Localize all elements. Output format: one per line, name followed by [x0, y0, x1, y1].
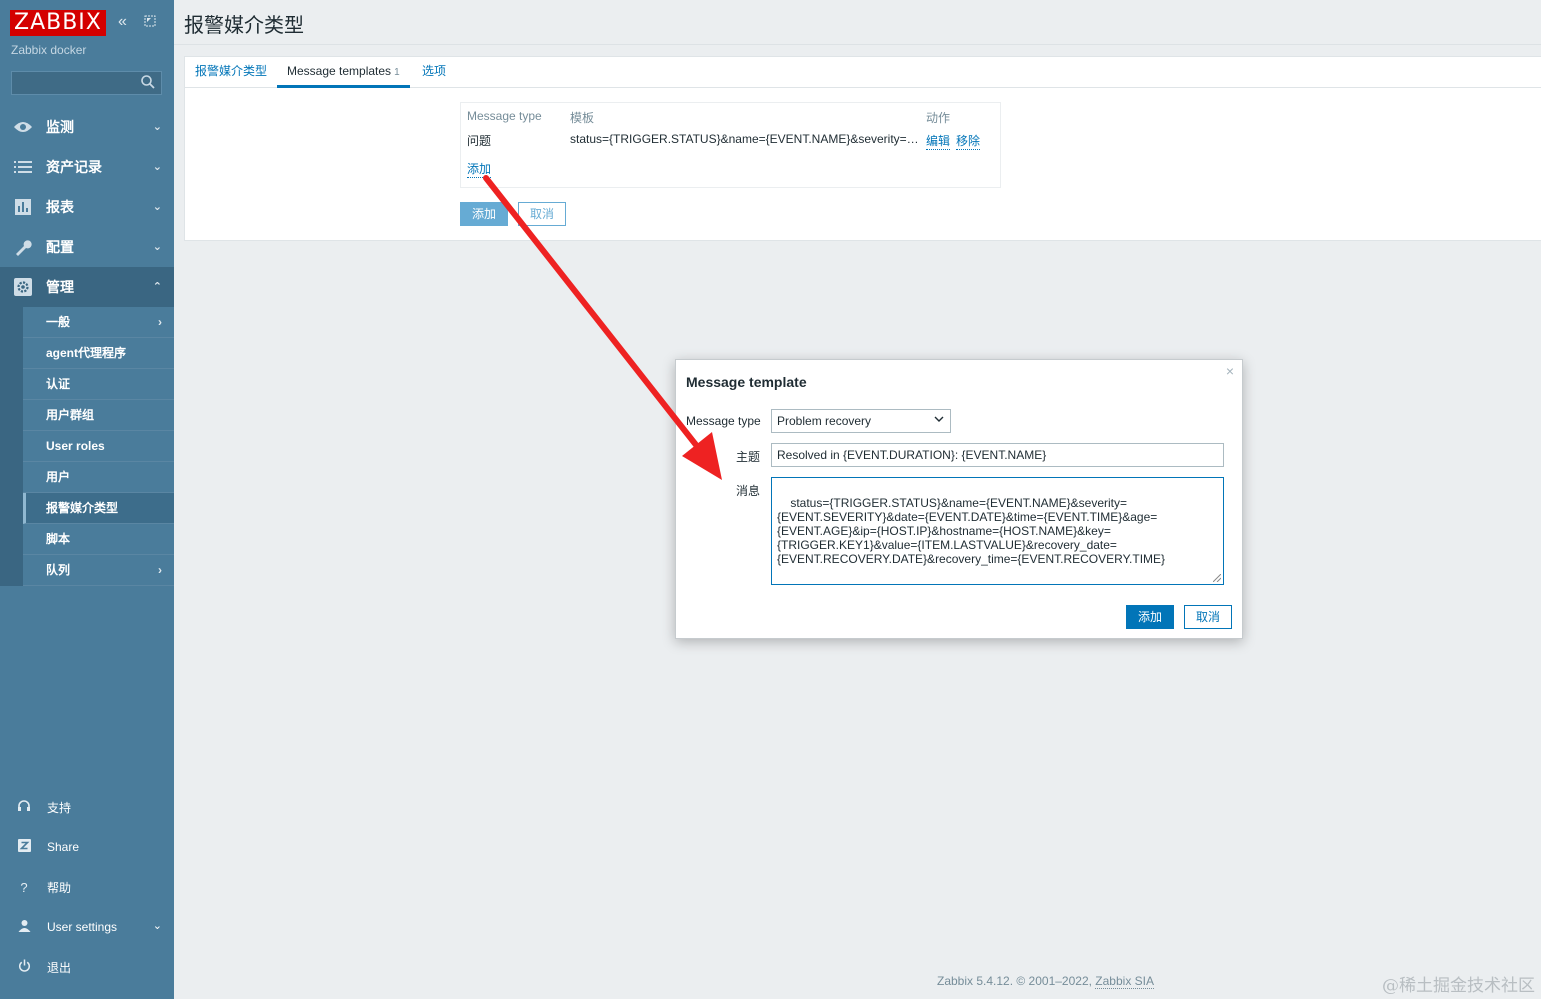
menu-label: 管理: [46, 279, 74, 295]
chevron-right-icon: ›: [158, 315, 162, 329]
submenu-item-authentication[interactable]: 认证: [23, 369, 174, 400]
power-icon: [16, 959, 32, 975]
eye-icon: [12, 118, 34, 136]
bottom-menu: 支持 Share ? 帮助 User settings ⌄ 退出: [0, 787, 174, 987]
chevron-down-icon: ⌄: [152, 920, 162, 932]
column-header: 动作: [926, 111, 951, 125]
user-icon: [16, 919, 32, 935]
add-button[interactable]: 添加: [460, 202, 508, 226]
tab-bar: 报警媒介类型 Message templates 1 选项: [185, 57, 1541, 88]
message-type-select[interactable]: Problem recovery: [771, 409, 951, 433]
message-textarea[interactable]: status={TRIGGER.STATUS}&name={EVENT.NAME…: [771, 477, 1224, 585]
menu-item-monitoring[interactable]: 监测 ⌄: [0, 107, 174, 147]
question-icon: ?: [20, 879, 28, 895]
edit-template-link[interactable]: 编辑: [926, 132, 951, 150]
submenu-item-user-groups[interactable]: 用户群组: [23, 400, 174, 431]
server-name: Zabbix docker: [11, 43, 87, 57]
template-message-cell: status={TRIGGER.STATUS}&name={EVENT.NAME…: [570, 132, 919, 146]
chevron-down-icon: ⌄: [152, 241, 162, 253]
submenu-item-queue[interactable]: 队列 ›: [23, 555, 174, 586]
subject-label: 主题: [736, 450, 761, 464]
menu-item-user-settings[interactable]: User settings ⌄: [0, 907, 174, 947]
dialog-title: Message template: [686, 374, 807, 390]
tab-count-badge: 1: [394, 67, 400, 78]
logo-row: ZABBIX: [10, 10, 106, 36]
resize-handle-icon[interactable]: [1213, 574, 1221, 582]
submenu-item-user-roles[interactable]: User roles: [23, 431, 174, 462]
list-icon: [12, 158, 34, 176]
submenu-item-media-types[interactable]: 报警媒介类型: [23, 493, 174, 524]
message-templates-table: Message type 模板 动作 问题 status={TRIGGER.ST…: [460, 102, 1001, 188]
menu-item-help[interactable]: ? 帮助: [0, 867, 174, 907]
dialog-cancel-button[interactable]: 取消: [1184, 605, 1232, 629]
chevron-down-icon: ⌄: [152, 201, 162, 213]
footer-link[interactable]: Zabbix SIA: [1095, 974, 1154, 989]
menu-item-configuration[interactable]: 配置 ⌄: [0, 227, 174, 267]
sidebar-search-input[interactable]: [11, 71, 162, 95]
chevron-right-icon: ›: [158, 563, 162, 577]
headset-icon: [16, 799, 32, 816]
chevron-down-icon: ⌄: [152, 161, 162, 173]
header-divider: [174, 44, 1541, 45]
watermark: @稀土掘金技术社区: [1382, 976, 1535, 996]
media-type-form: 报警媒介类型 Message templates 1 选项 Message typ…: [184, 56, 1541, 241]
wrench-icon: [12, 238, 34, 256]
template-type-cell: 问题: [467, 134, 492, 148]
chevron-down-icon: ⌄: [152, 121, 162, 133]
dialog-add-button[interactable]: 添加: [1126, 605, 1174, 629]
submenu-item-scripts[interactable]: 脚本: [23, 524, 174, 555]
menu-item-administration[interactable]: 管理 ⌃: [0, 267, 174, 307]
zabbix-logo[interactable]: ZABBIX: [10, 10, 106, 36]
admin-submenu: 一般 › agent代理程序 认证 用户群组 User roles 用户 报警媒介…: [0, 307, 174, 586]
submenu-item-proxies[interactable]: agent代理程序: [23, 338, 174, 369]
tab-options[interactable]: 选项: [422, 57, 446, 88]
search-icon[interactable]: [140, 74, 156, 90]
menu-item-sign-out[interactable]: 退出: [0, 947, 174, 987]
menu-item-inventory[interactable]: 资产记录 ⌄: [0, 147, 174, 187]
tab-media-type[interactable]: 报警媒介类型: [195, 57, 267, 88]
message-label: 消息: [736, 484, 761, 498]
menu-item-support[interactable]: 支持: [0, 787, 174, 827]
kiosk-mode-icon[interactable]: [144, 14, 156, 32]
chevron-up-icon: ⌃: [152, 281, 162, 293]
column-header: 模板: [570, 111, 595, 125]
share-z-icon: [16, 839, 32, 855]
footer: Zabbix 5.4.12. © 2001–2022, Zabbix SIA: [937, 974, 1154, 989]
menu-label: 监测: [46, 119, 74, 135]
remove-template-link[interactable]: 移除: [956, 132, 981, 150]
column-header: Message type: [467, 109, 542, 123]
submenu-item-general[interactable]: 一般 ›: [23, 307, 174, 338]
collapse-sidebar-icon[interactable]: «: [118, 13, 127, 31]
menu-item-share[interactable]: Share: [0, 827, 174, 867]
message-template-dialog: Message template × Message type Problem …: [675, 359, 1243, 639]
menu-item-reports[interactable]: 报表 ⌄: [0, 187, 174, 227]
menu-label: 资产记录: [46, 159, 102, 175]
menu-label: 配置: [46, 239, 74, 255]
main-menu: 监测 ⌄ 资产记录 ⌄ 报表 ⌄ 配置 ⌄ 管理 ⌃ 一般 › agent代理程序…: [0, 107, 174, 586]
subject-input[interactable]: Resolved in {EVENT.DURATION}: {EVENT.NAM…: [771, 443, 1224, 467]
submenu-item-users[interactable]: 用户: [23, 462, 174, 493]
chevron-down-icon: [934, 416, 944, 422]
menu-label: 报表: [46, 199, 74, 215]
add-template-link[interactable]: 添加: [467, 160, 492, 178]
bar-chart-icon: [12, 198, 34, 216]
cancel-button[interactable]: 取消: [518, 202, 566, 226]
tab-message-templates[interactable]: Message templates 1: [277, 57, 410, 88]
gear-icon: [12, 278, 34, 296]
message-type-label: Message type: [686, 414, 761, 428]
close-icon[interactable]: ×: [1226, 363, 1234, 379]
sidebar: ZABBIX « Zabbix docker 监测 ⌄ 资产记录 ⌄ 报表 ⌄ …: [0, 0, 174, 999]
page-title: 报警媒介类型: [184, 15, 304, 37]
